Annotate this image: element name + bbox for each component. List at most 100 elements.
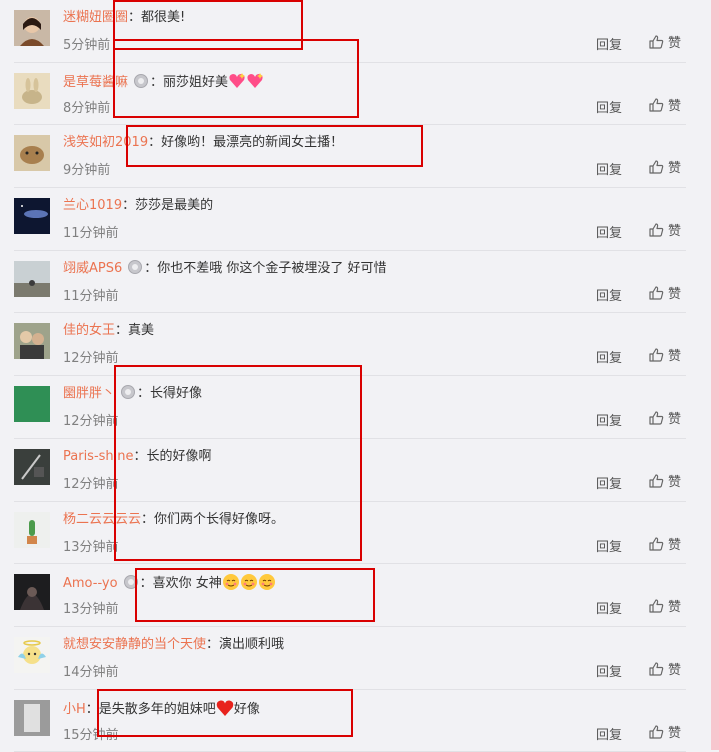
comment-text: 莎莎是最美的: [135, 198, 214, 214]
comment-text: 是失散多年的姐妹吧: [98, 701, 216, 717]
reply-button[interactable]: 回复: [596, 34, 622, 53]
like-label: 赞: [668, 600, 682, 616]
reply-button[interactable]: 回复: [596, 97, 622, 116]
thumbs-up-icon: [649, 160, 664, 174]
member-badge-icon: [128, 259, 143, 274]
reply-button[interactable]: 回复: [596, 473, 622, 492]
separator: ：: [122, 198, 136, 214]
username-link[interactable]: 迷糊妞圈圈: [63, 10, 128, 25]
comment-item: 圞胖胖丶 ：长得好像 12分钟前 回复 赞: [14, 376, 686, 439]
comment-time: 12分钟前: [63, 476, 119, 492]
comment-text: 都很美!: [141, 10, 186, 25]
comment-item: 是草莓酱嘛 ：丽莎姐好美 8分钟前 回复 赞: [14, 63, 686, 126]
like-label: 赞: [668, 349, 682, 365]
thumbs-up-icon: [649, 662, 664, 676]
shy-smile-emoji: [222, 573, 240, 591]
comment-item: 佳的女王：真美 12分钟前 回复 赞: [14, 313, 686, 377]
avatar[interactable]: [14, 10, 50, 46]
reply-button[interactable]: 回复: [596, 410, 622, 429]
username-link[interactable]: 圞胖胖丶: [63, 386, 115, 401]
reply-button[interactable]: 回复: [596, 536, 622, 555]
like-button[interactable]: 赞: [648, 220, 681, 239]
like-button[interactable]: 赞: [648, 534, 681, 553]
reply-button[interactable]: 回复: [596, 724, 622, 743]
comment-text: 喜欢你 女神: [152, 576, 222, 592]
reply-button[interactable]: 回复: [596, 598, 622, 617]
reply-button[interactable]: 回复: [596, 285, 622, 304]
comment-item: 浅笑如初2019：好像哟！最漂亮的新闻女主播！ 9分钟前 回复 赞: [14, 125, 686, 189]
username-link[interactable]: Amo--yo: [63, 576, 118, 591]
comment-line: 兰心1019：莎莎是最美的: [63, 197, 213, 215]
thumbs-up-icon: [649, 411, 664, 425]
comment-line: Paris-shine：长的好像啊: [63, 448, 212, 466]
reply-button[interactable]: 回复: [596, 347, 622, 366]
like-button[interactable]: 赞: [648, 596, 681, 615]
like-button[interactable]: 赞: [648, 659, 681, 678]
avatar[interactable]: [14, 448, 50, 485]
username-link[interactable]: 翊威APS6: [63, 261, 122, 276]
reply-button[interactable]: 回复: [596, 661, 622, 680]
like-button[interactable]: 赞: [648, 283, 681, 302]
avatar[interactable]: [14, 135, 50, 172]
comment-time: 15分钟前: [63, 727, 119, 743]
separator: ：: [141, 511, 155, 527]
member-badge-icon: [121, 385, 136, 400]
separator: ：: [206, 636, 220, 652]
like-label: 赞: [668, 662, 682, 678]
comment-item: Paris-shine：长的好像啊 12分钟前 回复 赞: [14, 439, 686, 502]
comment-item: 杨二云云云云：你们两个长得好像呀。 13分钟前 回复 赞: [14, 502, 686, 565]
avatar[interactable]: [14, 636, 50, 673]
member-badge-icon: [123, 575, 138, 590]
username-link[interactable]: 浅笑如初2019: [63, 135, 148, 150]
username-link[interactable]: 就想安安静静的当个天使: [63, 637, 206, 652]
avatar[interactable]: [14, 386, 50, 423]
thumbs-up-icon: [649, 223, 664, 237]
comment-text: 长的好像啊: [146, 448, 212, 464]
comment-time: 9分钟前: [63, 163, 111, 179]
comment-item: 翊威APS6 ：你也不差哦 你这个金子被埋没了 好可惜 11分钟前 回复 赞: [14, 251, 686, 314]
comment-list: 迷糊妞圈圈：都很美! 5分钟前 回复赞是草莓酱嘛 ：丽莎姐好美 8分钟前 回复赞浅笑如初2…: [0, 0, 700, 752]
like-button[interactable]: 赞: [648, 157, 681, 176]
comment-text: 好像哟！最漂亮的新闻女主播！: [161, 135, 344, 151]
comment-time: 5分钟前: [63, 38, 111, 53]
username-link[interactable]: 兰心1019: [63, 198, 122, 213]
like-button[interactable]: 赞: [648, 32, 681, 51]
like-button[interactable]: 赞: [648, 95, 681, 114]
comment-text: 长得好像: [150, 386, 203, 402]
avatar[interactable]: [14, 574, 50, 611]
like-button[interactable]: 赞: [648, 471, 681, 490]
comment-item: 迷糊妞圈圈：都很美! 5分钟前 回复 赞: [14, 0, 686, 63]
like-label: 赞: [668, 537, 682, 553]
avatar[interactable]: [14, 323, 50, 360]
scrollbar[interactable]: [711, 0, 719, 750]
like-label: 赞: [668, 161, 682, 177]
username-link[interactable]: 是草莓酱嘛: [63, 75, 128, 90]
thumbs-up-icon: [649, 348, 664, 363]
avatar[interactable]: [14, 699, 50, 736]
comment-line: 翊威APS6 ：你也不差哦 你这个金子被埋没了 好可惜: [63, 259, 387, 278]
comment-time: 14分钟前: [63, 664, 119, 680]
reply-button[interactable]: 回复: [596, 159, 622, 178]
avatar[interactable]: [14, 72, 50, 109]
username-link[interactable]: 小H: [63, 702, 86, 717]
like-button[interactable]: 赞: [648, 345, 681, 364]
comment-time: 12分钟前: [63, 351, 119, 367]
comment-line: 就想安安静静的当个天使：演出顺利哦: [63, 636, 284, 654]
shy-smile-emoji: [240, 573, 258, 591]
avatar[interactable]: [14, 511, 50, 548]
comment-line: 浅笑如初2019：好像哟！最漂亮的新闻女主播！: [63, 134, 343, 152]
username-link[interactable]: Paris-shine: [63, 449, 134, 464]
like-button[interactable]: 赞: [648, 408, 681, 427]
username-link[interactable]: 杨二云云云云: [63, 512, 141, 527]
avatar[interactable]: [14, 260, 50, 297]
reply-button[interactable]: 回复: [596, 222, 622, 241]
comment-text: 演出顺利哦: [219, 636, 285, 652]
comment-text-after: 好像: [233, 701, 260, 717]
username-link[interactable]: 佳的女王: [63, 323, 115, 338]
like-button[interactable]: 赞: [648, 722, 681, 741]
comment-time: 11分钟前: [63, 288, 119, 304]
like-label: 赞: [668, 98, 682, 114]
avatar[interactable]: [14, 198, 50, 235]
comment-time: 11分钟前: [63, 226, 119, 242]
comment-text: 丽莎姐好美: [163, 74, 229, 90]
